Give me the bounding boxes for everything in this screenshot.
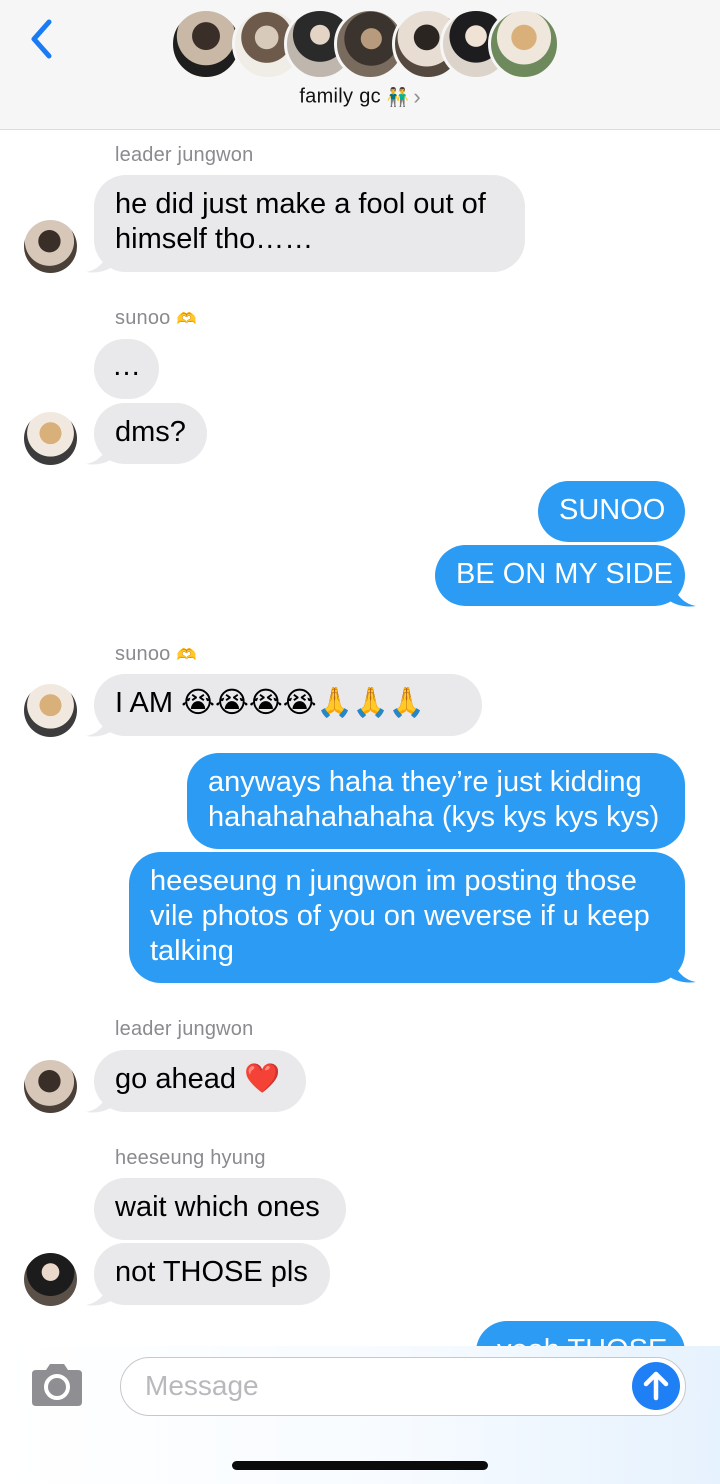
message-line: …	[112, 350, 141, 382]
heart-hands-emoji: 🫶	[176, 311, 197, 328]
camera-icon[interactable]	[28, 1360, 86, 1410]
arrow-up-icon	[643, 1371, 669, 1401]
chevron-right-icon: ›	[413, 84, 421, 109]
message-bubble[interactable]: BE ON MY SIDE	[435, 545, 685, 606]
sender-name: leader jungwon	[115, 1018, 254, 1040]
group-name: family gc	[299, 85, 381, 108]
sender-name: sunoo 🫶	[115, 643, 197, 665]
message-line: talking	[150, 935, 234, 967]
heart-hands-emoji: 🫶	[176, 647, 197, 664]
message-line: go ahead ❤️	[115, 1063, 281, 1095]
avatar[interactable]	[24, 1060, 77, 1113]
message-bubble[interactable]: anyways haha they’re just kidding hahaha…	[187, 753, 685, 849]
message-bubble[interactable]: …	[94, 339, 159, 399]
message-bubble[interactable]: I AM 😭😭😭😭🙏🙏🙏	[94, 674, 482, 736]
message-line: himself tho……	[115, 223, 314, 255]
message-line: SUNOO	[559, 494, 666, 526]
message-line: hahahahahahaha (kys kys kys kys)	[208, 801, 660, 833]
message-line: I AM 😭😭😭😭🙏🙏🙏	[115, 687, 425, 719]
message-bubble[interactable]: go ahead ❤️	[94, 1050, 306, 1112]
group-member-avatar	[488, 8, 560, 80]
avatar[interactable]	[24, 220, 77, 273]
message-bubble[interactable]: he did just make a fool out of himself t…	[94, 175, 525, 272]
message-bubble[interactable]: heeseung n jungwon im posting those vile…	[129, 852, 685, 983]
message-line: he did just make a fool out of	[115, 188, 486, 220]
message-line: wait which ones	[115, 1191, 320, 1223]
sender-name: sunoo 🫶	[115, 307, 197, 329]
message-line: not THOSE pls	[115, 1256, 308, 1288]
couple-emoji: 👬	[386, 86, 410, 107]
message-line: vile photos of you on weverse if u keep	[150, 900, 650, 932]
message-line: BE ON MY SIDE	[456, 558, 674, 590]
message-line: anyways haha they’re just kidding	[208, 766, 642, 798]
message-line: dms?	[115, 416, 186, 448]
home-indicator[interactable]	[232, 1461, 488, 1470]
sender-name: leader jungwon	[115, 144, 254, 166]
sender-name: heeseung hyung	[115, 1147, 266, 1169]
conversation-title[interactable]: family gc 👬 ›	[0, 84, 720, 116]
message-bubble[interactable]: SUNOO	[538, 481, 685, 542]
message-bubble[interactable]: dms?	[94, 403, 207, 464]
send-button[interactable]	[632, 1362, 680, 1410]
avatar[interactable]	[24, 684, 77, 737]
message-placeholder: Message	[145, 1370, 259, 1401]
message-input[interactable]: Message	[120, 1357, 686, 1416]
message-bubble[interactable]: not THOSE pls	[94, 1243, 330, 1305]
message-line: heeseung n jungwon im posting those	[150, 865, 637, 897]
avatar[interactable]	[24, 1253, 77, 1306]
avatar[interactable]	[24, 412, 77, 465]
chevron-left-icon[interactable]	[22, 14, 62, 64]
conversation-header: family gc 👬 ›	[0, 0, 720, 130]
group-avatars[interactable]	[170, 8, 560, 80]
message-bubble[interactable]: wait which ones	[94, 1178, 346, 1240]
